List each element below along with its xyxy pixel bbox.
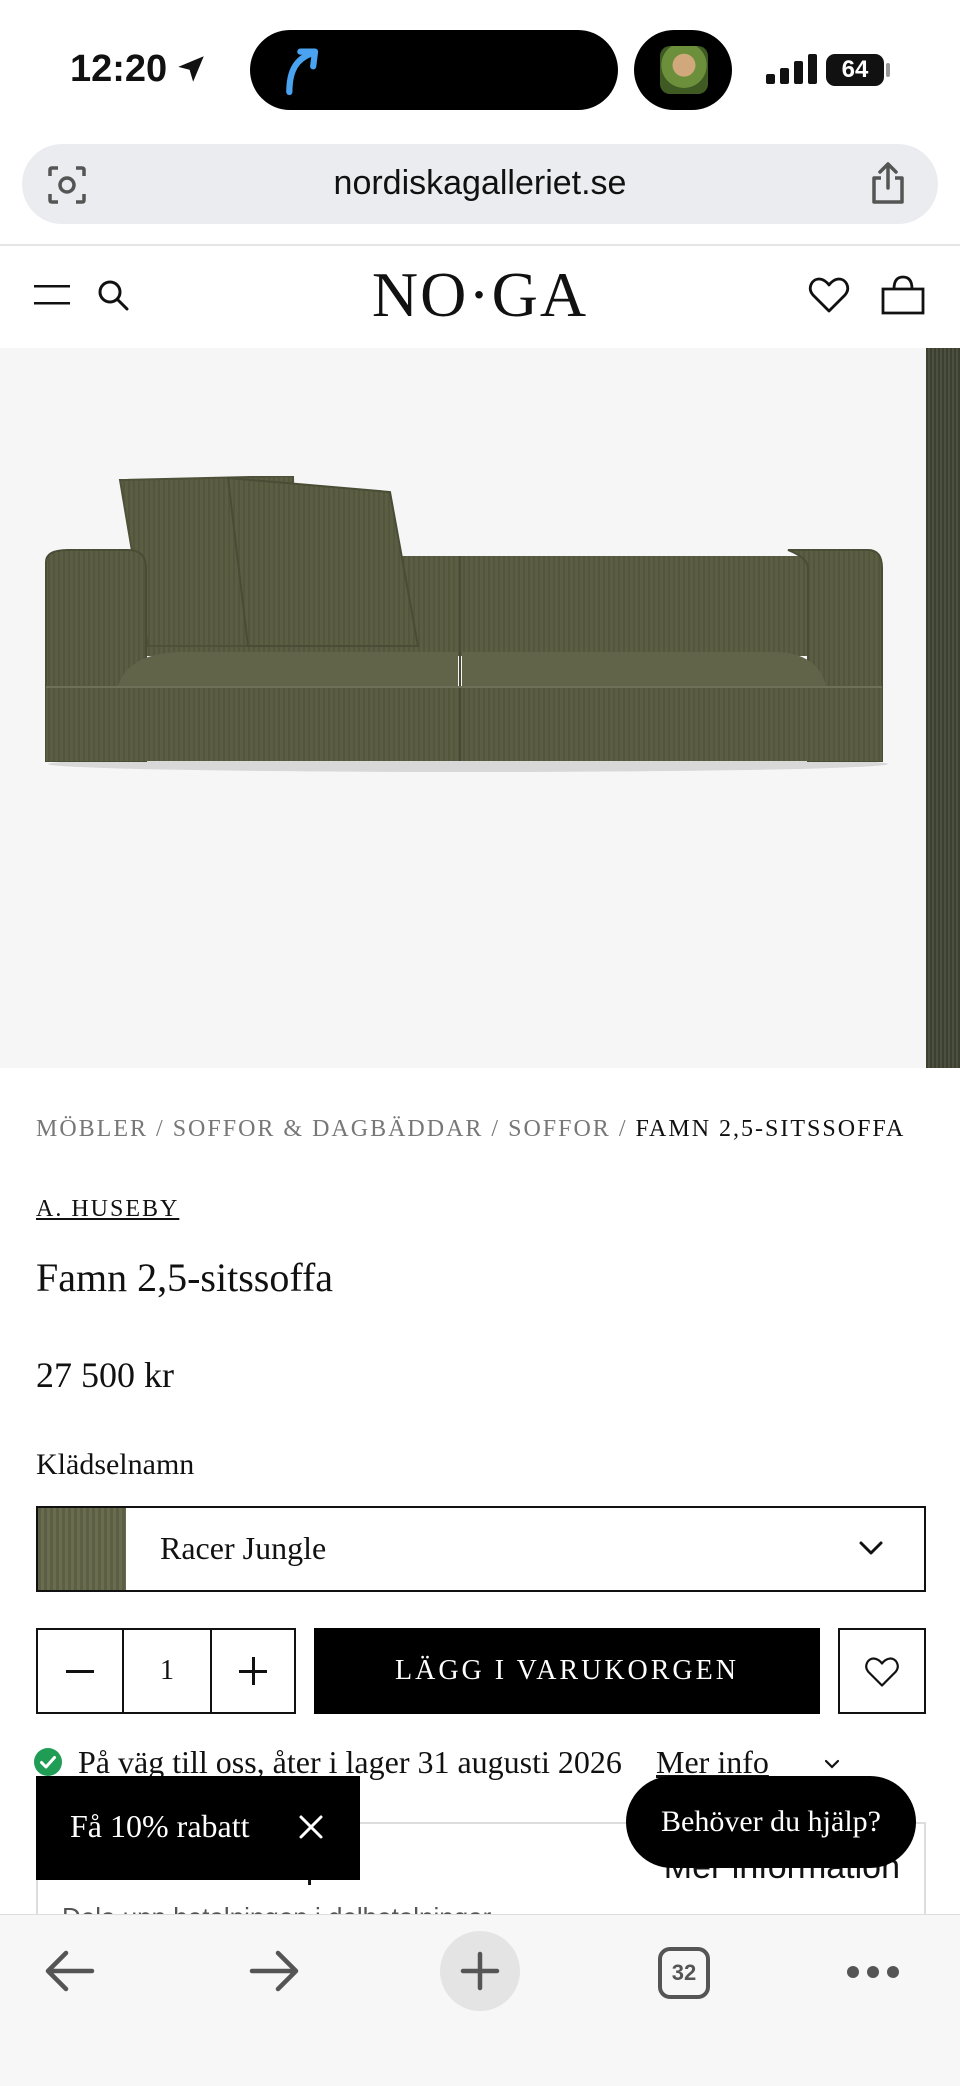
address-bar[interactable]: nordiskagalleriet.se — [22, 144, 938, 224]
breadcrumb-item-soffor[interactable]: SOFFOR — [508, 1116, 611, 1142]
shopping-bag-icon[interactable] — [880, 274, 926, 316]
heart-icon — [865, 1657, 899, 1687]
breadcrumb: MÖBLER / SOFFOR & DAGBÄDDAR / SOFFOR / F… — [36, 1116, 936, 1143]
location-arrow-icon — [178, 56, 204, 82]
quantity-value[interactable]: 1 — [122, 1630, 212, 1712]
navigation-arrow-icon — [286, 48, 319, 96]
share-icon[interactable] — [868, 160, 908, 206]
fabric-select-value: Racer Jungle — [160, 1530, 327, 1566]
avatar — [660, 46, 708, 94]
battery-cap — [886, 63, 890, 77]
fabric-swatch — [38, 1508, 126, 1590]
breadcrumb-separator: / — [148, 1116, 173, 1142]
forward-arrow-icon[interactable] — [248, 1949, 302, 1993]
status-bar: 12:20 64 — [0, 0, 960, 140]
breadcrumb-item-mobler[interactable]: MÖBLER — [36, 1116, 148, 1142]
battery-indicator: 64 — [826, 54, 884, 86]
add-to-wishlist-button[interactable] — [838, 1628, 926, 1714]
chevron-down-icon — [859, 1541, 883, 1555]
breadcrumb-current: FAMN 2,5-SITSSOFFA — [635, 1116, 906, 1142]
product-image-sofa — [45, 476, 888, 772]
url-text[interactable]: nordiskagalleriet.se — [22, 164, 938, 203]
help-chat-button[interactable]: Behöver du hjälp? — [626, 1776, 916, 1868]
breadcrumb-item-soffor-dagbaddar[interactable]: SOFFOR & DAGBÄDDAR — [173, 1116, 484, 1142]
product-image-carousel[interactable] — [0, 348, 960, 1068]
product-price: 27 500 kr — [36, 1355, 174, 1395]
fabric-label: Klädselnamn — [36, 1448, 195, 1481]
new-tab-button[interactable] — [440, 1931, 520, 2011]
wishlist-heart-icon[interactable] — [808, 276, 850, 314]
next-image-peek[interactable] — [926, 348, 960, 1068]
browser-toolbar: 32 — [0, 1914, 960, 2086]
close-icon[interactable] — [298, 1814, 324, 1840]
quantity-increase-button[interactable] — [212, 1630, 294, 1712]
discount-text[interactable]: Få 10% rabatt — [70, 1808, 250, 1845]
breadcrumb-separator: / — [483, 1116, 509, 1142]
product-title: Famn 2,5-sitssoffa — [36, 1255, 334, 1300]
breadcrumb-separator: / — [610, 1116, 636, 1142]
check-circle-icon — [34, 1748, 62, 1776]
add-to-cart-button[interactable]: LÄGG I VARUKORGEN — [314, 1628, 820, 1714]
plus-icon — [460, 1951, 500, 1991]
header-divider — [0, 244, 960, 246]
back-arrow-icon[interactable] — [42, 1949, 96, 1993]
discount-popup[interactable]: Få 10% rabatt — [36, 1776, 360, 1880]
quantity-decrease-button[interactable] — [38, 1630, 122, 1712]
tabs-button[interactable]: 32 — [658, 1947, 710, 1999]
chevron-down-icon[interactable] — [824, 1758, 840, 1770]
fabric-select[interactable]: Racer Jungle — [36, 1506, 926, 1592]
cellular-signal-icon — [766, 54, 817, 84]
quantity-stepper: 1 — [36, 1628, 296, 1714]
brand-link[interactable]: A. HUSEBY — [36, 1196, 179, 1223]
more-icon[interactable] — [846, 1965, 900, 1979]
status-time: 12:20 — [70, 48, 168, 90]
